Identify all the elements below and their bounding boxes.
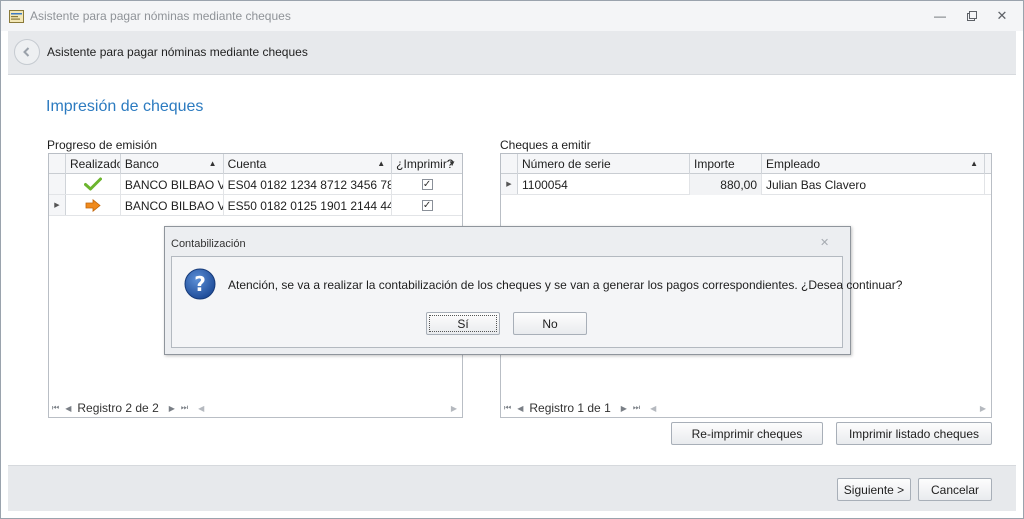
status-cell — [66, 174, 121, 195]
sort-asc-icon: ▲ — [208, 159, 217, 168]
importe-cell: 880,00 — [690, 174, 762, 195]
first-record-icon[interactable]: ⏮ — [52, 403, 59, 413]
column-header-banco[interactable]: Banco ▲ — [121, 154, 224, 174]
arrow-right-icon — [85, 199, 101, 212]
current-row-icon: ▶ — [506, 181, 512, 188]
imprimir-checkbox[interactable]: ✓ — [421, 179, 433, 190]
cheques-navigator: ⏮ ◀ Registro 1 de 1 ▶ ⏭ ◀ ▶ — [500, 399, 992, 417]
page-title: Impresión de cheques — [46, 98, 204, 115]
cuenta-cell: ES50 0182 0125 1901 2144 4444 — [224, 195, 393, 216]
next-record-icon[interactable]: ▶ — [621, 404, 627, 413]
column-header-empleado[interactable]: Empleado ▲ — [762, 154, 985, 174]
scroll-left-icon[interactable]: ◀ — [198, 404, 204, 413]
sort-asc-icon: ▲ — [377, 159, 386, 168]
question-icon: ? — [184, 268, 216, 300]
column-header-cuenta[interactable]: Cuenta ▲ — [224, 154, 393, 174]
next-record-icon[interactable]: ▶ — [169, 404, 175, 413]
wizard-title: Asistente para pagar nóminas mediante ch… — [47, 45, 308, 59]
row-indicator — [49, 174, 66, 194]
cuenta-cell: ES04 0182 1234 8712 3456 7899 — [224, 174, 393, 195]
prev-record-icon[interactable]: ◀ — [517, 404, 523, 413]
row-indicator: ▶ — [501, 174, 518, 194]
row-indicator-header — [501, 154, 518, 174]
close-button[interactable]: ✕ — [988, 6, 1016, 26]
arrow-left-icon — [23, 47, 30, 57]
restore-button[interactable] — [958, 6, 986, 26]
serie-cell: 1100054 — [518, 174, 690, 195]
imprimir-checkbox[interactable]: ✓ — [421, 200, 433, 211]
minimize-button[interactable]: — — [926, 6, 954, 26]
imprimir-cell[interactable]: ✓ — [392, 195, 462, 216]
restore-icon — [967, 11, 977, 21]
filter-dropdown-icon: ▼ — [448, 159, 456, 168]
cancel-button[interactable]: Cancelar — [918, 478, 992, 501]
table-row[interactable]: ▶ BANCO BILBAO V... ES50 0182 0125 1901 … — [49, 195, 462, 216]
record-counter: Registro 2 de 2 — [77, 401, 159, 415]
first-record-icon[interactable]: ⏮ — [504, 403, 511, 413]
progress-navigator: ⏮ ◀ Registro 2 de 2 ▶ ⏭ ◀ ▶ — [48, 399, 463, 417]
dialog-body — [171, 256, 843, 348]
cheques-label: Cheques a emitir — [500, 138, 591, 152]
column-header-importe[interactable]: Importe — [690, 154, 762, 174]
print-list-button[interactable]: Imprimir listado cheques — [836, 422, 992, 445]
reprint-cheques-button[interactable]: Re-imprimir cheques — [671, 422, 823, 445]
last-record-icon[interactable]: ⏭ — [633, 403, 640, 413]
next-button[interactable]: Siguiente > — [837, 478, 911, 501]
table-row[interactable]: ▶ 1100054 880,00 Julian Bas Clavero — [501, 174, 991, 195]
banco-cell: BANCO BILBAO V... — [121, 174, 224, 195]
scroll-left-icon[interactable]: ◀ — [650, 404, 656, 413]
horizontal-scrollbar[interactable]: ◀ ▶ — [198, 402, 457, 414]
scroll-right-icon[interactable]: ▶ — [451, 404, 457, 413]
no-button[interactable]: No — [513, 312, 587, 335]
grid-header: Número de serie Importe Empleado ▲ — [501, 154, 991, 174]
banco-cell: BANCO BILBAO V... — [121, 195, 224, 216]
table-row[interactable]: BANCO BILBAO V... ES04 0182 1234 8712 34… — [49, 174, 462, 195]
column-header-realizado[interactable]: Realizado — [66, 154, 121, 174]
yes-button[interactable]: Sí — [426, 312, 500, 335]
row-indicator-header — [49, 154, 66, 174]
back-button[interactable] — [14, 39, 40, 65]
empleado-cell: Julian Bas Clavero — [762, 174, 985, 195]
progress-label: Progreso de emisión — [47, 138, 158, 152]
window-title: Asistente para pagar nóminas mediante ch… — [30, 9, 291, 23]
sort-asc-icon: ▲ — [970, 159, 978, 168]
app-icon — [9, 10, 24, 23]
svg-text:?: ? — [194, 272, 206, 296]
horizontal-scrollbar[interactable]: ◀ ▶ — [650, 402, 986, 414]
row-indicator: ▶ — [49, 195, 66, 215]
scroll-right-icon[interactable]: ▶ — [980, 404, 986, 413]
dialog-close-icon[interactable]: ✕ — [820, 236, 829, 249]
record-counter: Registro 1 de 1 — [529, 401, 611, 415]
grid-header: Realizado Banco ▲ Cuenta ▲ ¿Imprimir? ▼ — [49, 154, 462, 174]
prev-record-icon[interactable]: ◀ — [65, 404, 71, 413]
status-cell — [66, 195, 121, 216]
imprimir-cell[interactable]: ✓ — [392, 174, 462, 195]
column-header-imprimir[interactable]: ¿Imprimir? ▼ — [392, 154, 462, 174]
last-record-icon[interactable]: ⏭ — [181, 403, 188, 413]
check-icon — [83, 177, 102, 191]
current-row-icon: ▶ — [54, 202, 60, 209]
column-header-serie[interactable]: Número de serie — [518, 154, 690, 174]
dialog-title: Contabilización — [171, 238, 246, 250]
close-icon: ✕ — [996, 8, 1008, 23]
minimize-icon: — — [934, 9, 946, 23]
dialog-message: Atención, se va a realizar la contabiliz… — [228, 278, 903, 292]
